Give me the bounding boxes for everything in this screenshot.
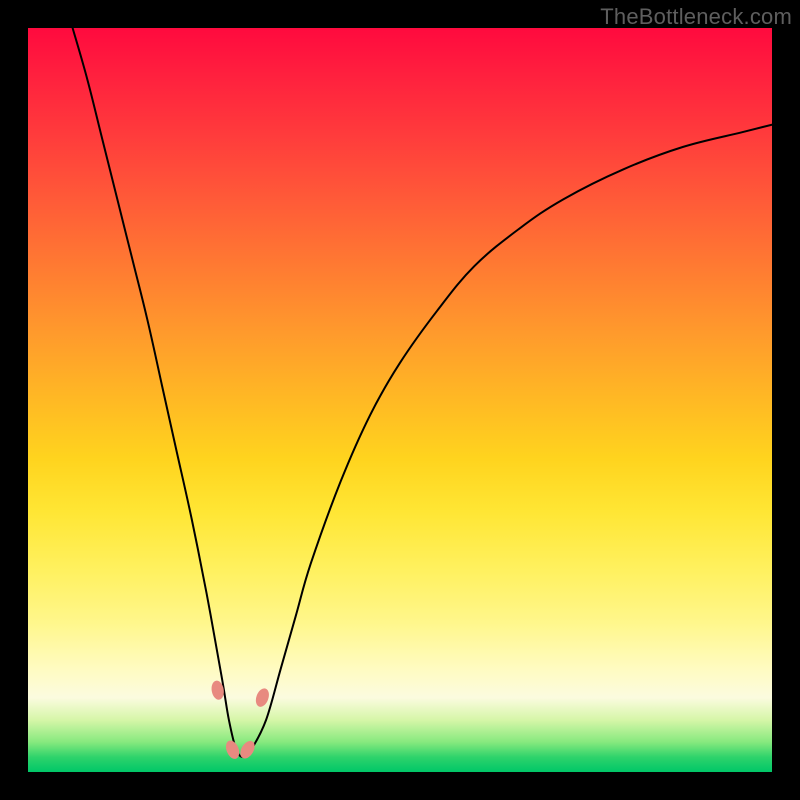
- curve-marker: [237, 738, 257, 761]
- curve-layer: [28, 28, 772, 772]
- attribution-label: TheBottleneck.com: [600, 4, 792, 30]
- curve-marker: [223, 739, 241, 761]
- plot-area: [28, 28, 772, 772]
- chart-frame: TheBottleneck.com: [0, 0, 800, 800]
- curve-marker: [253, 687, 271, 709]
- bottleneck-curve: [73, 28, 772, 757]
